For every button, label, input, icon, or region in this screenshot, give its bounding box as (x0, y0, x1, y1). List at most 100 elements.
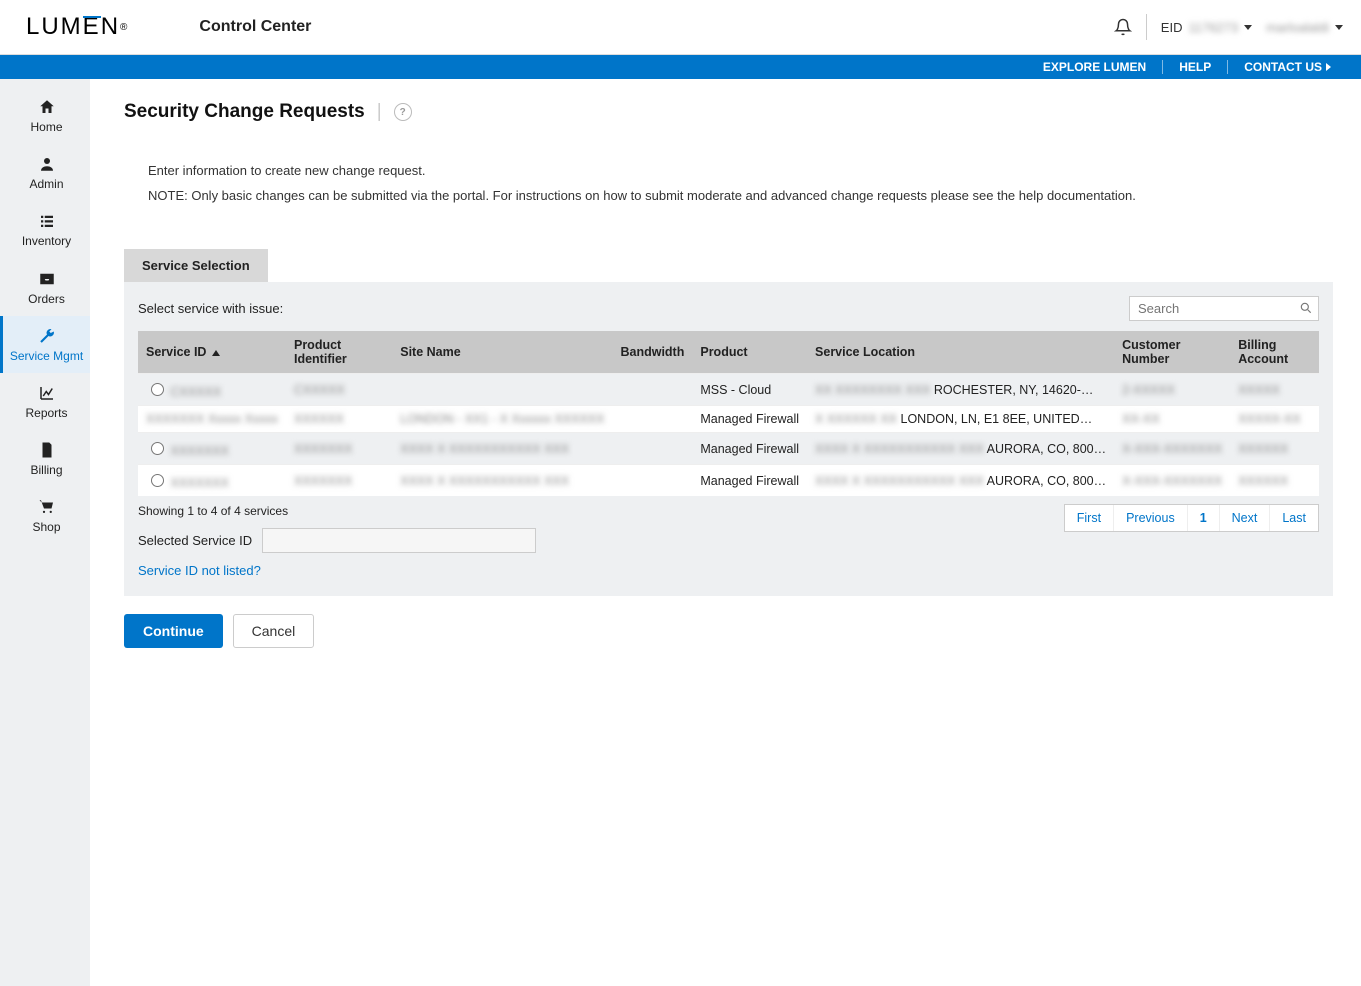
service-selection-panel: Service Selection Select service with is… (124, 249, 1333, 596)
cell-value: XXXXXXX (294, 442, 352, 456)
intro-note: NOTE: Only basic changes can be submitte… (148, 188, 1333, 203)
service-id-link[interactable]: XXXXXXX Xxxxx Xxxxx (146, 412, 278, 426)
pager-next[interactable]: Next (1219, 505, 1270, 531)
nav-inventory[interactable]: Inventory (0, 201, 90, 258)
cell-value: XXXXX-XX (1238, 412, 1301, 426)
home-icon (37, 97, 57, 117)
cell-value: XX-XX (1122, 412, 1160, 426)
service-id-link[interactable]: CXXXXX (170, 385, 221, 399)
nav-orders[interactable]: Orders (0, 259, 90, 316)
cell-value: Managed Firewall (700, 442, 799, 456)
service-id-not-listed-link[interactable]: Service ID not listed? (138, 563, 261, 578)
user-dropdown[interactable]: marloalaldi (1266, 20, 1343, 35)
cell-value: XX XXXXXXXX XXX (815, 383, 934, 397)
cell-value: AURORA, CO, 800… (987, 442, 1106, 456)
nav-label: Orders (28, 293, 65, 306)
service-select-radio[interactable] (151, 442, 164, 455)
col-product[interactable]: Product (692, 331, 807, 374)
selected-service-id-input[interactable] (262, 528, 536, 553)
col-customer-number[interactable]: Customer Number (1114, 331, 1230, 374)
cell-value: LONDON - XX1 - X Xxxxxx XXXXXX (400, 412, 604, 426)
chevron-down-icon (1335, 25, 1343, 30)
nav-label: Home (30, 121, 62, 134)
inbox-icon (37, 269, 57, 289)
nav-home[interactable]: Home (0, 87, 90, 144)
col-billing-account[interactable]: Billing Account (1230, 331, 1319, 374)
cell-value: X-XXX-XXXXXXX (1122, 442, 1222, 456)
app-header: LUMEN® Control Center EID 1176273 marloa… (0, 0, 1361, 55)
table-row: CXXXXX CXXXXX MSS - Cloud XX XXXXXXXX XXX R… (138, 374, 1319, 406)
chart-icon (37, 383, 57, 403)
service-id-link[interactable]: XXXXXXX (170, 476, 228, 490)
col-product-identifier[interactable]: Product Identifier (286, 331, 392, 374)
nav-shop[interactable]: Shop (0, 487, 90, 544)
intro-text: Enter information to create new change r… (148, 163, 1333, 203)
nav-label: Admin (29, 178, 63, 191)
cell-value: XXXX X XXXXXXXXXXX XXX (815, 442, 987, 456)
cell-value: AURORA, CO, 800… (987, 474, 1106, 488)
cell-value: 2-XXXXX (1122, 383, 1175, 397)
select-service-label: Select service with issue: (138, 301, 283, 316)
notifications-bell-icon[interactable] (1114, 18, 1132, 36)
product-title: Control Center (199, 18, 311, 36)
eid-value: 1176273 (1188, 20, 1238, 35)
explore-lumen-link[interactable]: EXPLORE LUMEN (1027, 60, 1162, 74)
nav-label: Reports (25, 407, 67, 420)
left-nav: Home Admin Inventory Orders Service Mgmt… (0, 79, 90, 986)
help-icon[interactable]: ? (394, 103, 412, 121)
col-site-name[interactable]: Site Name (392, 331, 612, 374)
cart-icon (37, 497, 57, 517)
col-bandwidth[interactable]: Bandwidth (612, 331, 692, 374)
continue-button[interactable]: Continue (124, 614, 223, 648)
pager-previous[interactable]: Previous (1113, 505, 1187, 531)
eid-label: EID (1161, 20, 1183, 35)
main-content: Security Change Requests | ? Enter infor… (90, 79, 1361, 986)
service-select-radio[interactable] (151, 383, 164, 396)
username: marloalaldi (1266, 20, 1329, 35)
chevron-right-icon (1326, 63, 1331, 71)
cell-value: XXXXXX (1238, 474, 1288, 488)
cell-value: CXXXXX (294, 383, 345, 397)
cell-value: LONDON, LN, E1 8EE, UNITED… (901, 412, 1093, 426)
selected-service-id-label: Selected Service ID (138, 533, 252, 548)
sort-ascending-icon (212, 350, 220, 356)
divider: | (377, 101, 382, 123)
nav-label: Service Mgmt (10, 350, 83, 363)
tab-service-selection[interactable]: Service Selection (124, 249, 268, 282)
table-row: XXXXXXX XXXXXXX XXXX X XXXXXXXXXXX XXX Mana… (138, 433, 1319, 465)
utility-bar: EXPLORE LUMEN HELP CONTACT US (0, 55, 1361, 79)
contact-us-link[interactable]: CONTACT US (1227, 60, 1347, 74)
cancel-button[interactable]: Cancel (233, 614, 315, 648)
nav-label: Billing (30, 464, 62, 477)
cell-value: ROCHESTER, NY, 14620-… (934, 383, 1094, 397)
page-title: Security Change Requests (124, 101, 365, 123)
pager-last[interactable]: Last (1269, 505, 1318, 531)
nav-label: Inventory (22, 235, 71, 248)
nav-service-mgmt[interactable]: Service Mgmt (0, 316, 90, 373)
intro-line: Enter information to create new change r… (148, 163, 1333, 178)
cell-value: Managed Firewall (700, 412, 799, 426)
nav-reports[interactable]: Reports (0, 373, 90, 430)
nav-label: Shop (32, 521, 60, 534)
service-select-radio[interactable] (151, 474, 164, 487)
cell-value: MSS - Cloud (700, 383, 771, 397)
pager-page-1[interactable]: 1 (1187, 505, 1219, 531)
cell-value: Managed Firewall (700, 474, 799, 488)
eid-dropdown[interactable]: EID 1176273 (1161, 20, 1252, 35)
help-link[interactable]: HELP (1162, 60, 1227, 74)
cell-value: XXXXXXX (294, 474, 352, 488)
chevron-down-icon (1244, 25, 1252, 30)
search-input[interactable] (1129, 296, 1319, 321)
cell-value: X XXXXXX XX (815, 412, 900, 426)
cell-value: XXXX X XXXXXXXXXXX XXX (400, 442, 569, 456)
col-service-location[interactable]: Service Location (807, 331, 1114, 374)
nav-billing[interactable]: Billing (0, 430, 90, 487)
search-icon[interactable] (1299, 301, 1313, 315)
search-box (1129, 296, 1319, 321)
cell-value: XXXX X XXXXXXXXXXX XXX (815, 474, 987, 488)
nav-admin[interactable]: Admin (0, 144, 90, 201)
table-row: XXXXXXX XXXXXXX XXXX X XXXXXXXXXXX XXX Mana… (138, 465, 1319, 497)
pager-first[interactable]: First (1065, 505, 1113, 531)
service-id-link[interactable]: XXXXXXX (170, 444, 228, 458)
col-service-id[interactable]: Service ID (138, 331, 286, 374)
